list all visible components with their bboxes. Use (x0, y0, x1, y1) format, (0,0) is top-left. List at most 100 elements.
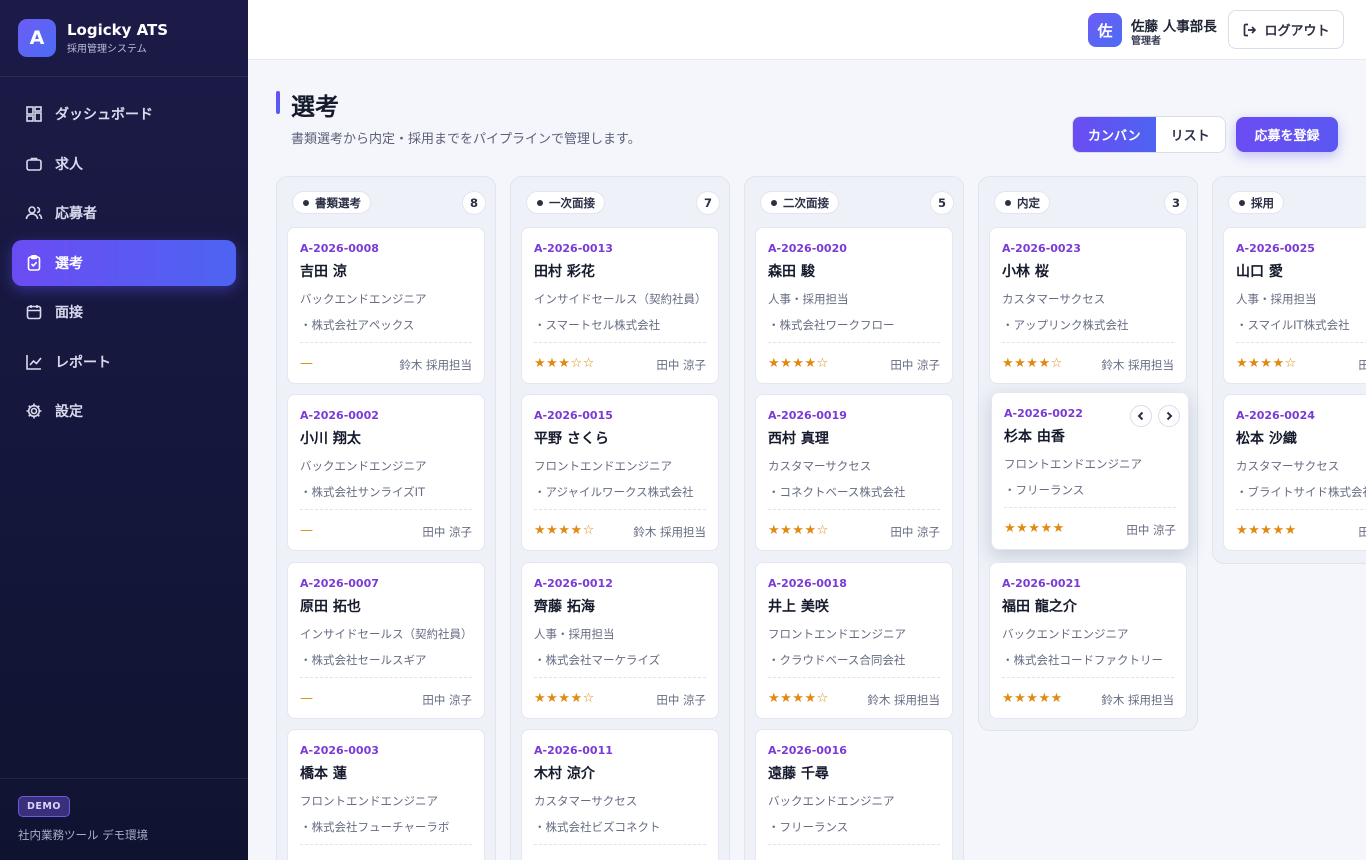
sidebar-footer: DEMO 社内業務ツール デモ環境 (0, 778, 248, 860)
candidate-company: ・株式会社セールスギア (300, 653, 427, 667)
card-divider (300, 844, 472, 845)
kanban-column: 採用 A-2026-0025 山口 愛人事・採用担当 ・スマイルIT株式会社 ★★★★☆… (1212, 176, 1366, 564)
app-subtitle: 採用管理システム (67, 44, 147, 55)
rating-stars: ★★★☆☆ (534, 356, 595, 371)
candidate-card[interactable]: A-2026-0003 橋本 蓮フロントエンドエンジニア ・株式会社フューチャーラボ (287, 729, 485, 860)
assigned-recruiter: 田中 涼子 (1358, 358, 1366, 372)
candidate-card[interactable]: A-2026-0021 福田 龍之介 バックエンドエンジニア ・株式会社コードファクト… (989, 562, 1187, 719)
candidate-company: ・アジャイルワークス株式会社 (534, 485, 694, 499)
stage-label: 一次面接 (526, 191, 605, 214)
candidate-card[interactable]: A-2026-0018 井上 美咲 フロントエンドエンジニア ・クラウドベース合同会社… (755, 562, 953, 719)
rating-stars: ★★★★☆ (768, 523, 829, 538)
card-divider (1002, 677, 1174, 678)
list-view-button[interactable]: リスト (1156, 117, 1225, 152)
candidate-card[interactable]: A-2026-0002 小川 翔太 バックエンドエンジニア ・株式会社サンライズIT —… (287, 394, 485, 551)
chevron-right-icon (1166, 411, 1173, 421)
candidate-role: フロントエンドエンジニア (1004, 457, 1142, 471)
move-left-button[interactable] (1130, 405, 1152, 427)
candidate-name: 福田 龍之介 (1002, 599, 1077, 615)
avatar[interactable]: 佐 (1088, 13, 1122, 47)
chart-line-icon (25, 353, 43, 371)
candidate-role: カスタマーサクセス (534, 794, 638, 808)
logout-button[interactable]: ログアウト (1228, 10, 1344, 49)
candidate-id: A-2026-0013 (534, 242, 613, 255)
column-header: 採用 (1213, 177, 1366, 227)
sidebar-item-label: 設定 (55, 404, 83, 420)
sidebar-item-applicants[interactable]: 応募者 (12, 190, 236, 236)
sidebar-item-settings[interactable]: 設定 (12, 388, 236, 434)
sidebar-item-jobs[interactable]: 求人 (12, 141, 236, 187)
view-toggle: カンバン リスト (1072, 116, 1226, 153)
candidate-name: 齊藤 拓海 (534, 599, 595, 615)
sidebar-item-dashboard[interactable]: ダッシュボード (12, 91, 236, 137)
stage-dot (771, 199, 777, 206)
sidebar-item-interviews[interactable]: 面接 (12, 289, 236, 335)
candidate-card[interactable]: A-2026-0025 山口 愛人事・採用担当・スマイルIT株式会社 ★★★★☆ 田中… (1223, 227, 1366, 384)
stage-dot (1005, 199, 1011, 206)
candidate-card[interactable]: A-2026-0019 西村 真理 カスタマーサクセス ・コネクトベース株式会社 ★★★… (755, 394, 953, 551)
candidate-card[interactable]: A-2026-0007 原田 拓也 インサイドセールス（契約社員） ・株式会社セールス… (287, 562, 485, 719)
candidate-role: カスタマーサクセス (1002, 292, 1106, 306)
sidebar-item-label: 応募者 (55, 206, 97, 222)
move-stage-controls (1124, 405, 1180, 427)
candidate-card[interactable]: A-2026-0013 田村 彩花 インサイドセールス（契約社員） ・スマートセル株式… (521, 227, 719, 384)
candidate-company: ・クラウドベース合同会社 (768, 653, 906, 667)
sidebar-item-label: 求人 (55, 156, 83, 173)
stage-count: 8 (462, 191, 486, 215)
page-description: 書類選考から内定・採用までをパイプラインで管理します。 (291, 132, 641, 147)
sidebar-item-label: 面接 (55, 305, 83, 321)
demo-badge: DEMO (18, 796, 70, 817)
candidate-card[interactable]: A-2026-0011 木村 涼介 カスタマーサクセス ・株式会社ビズコネクト (521, 729, 719, 860)
stage-name: 書類選考 (315, 195, 361, 210)
candidate-card[interactable]: A-2026-0012 齊藤 拓海 人事・採用担当 ・株式会社マーケライズ ★★★★☆ 田… (521, 562, 719, 719)
candidate-company: ・株式会社コードファクトリー (1002, 653, 1163, 667)
candidate-card[interactable]: A-2026-0024 松本 沙織 カスタマーサクセス ・ブライトサイド株式会社 ★★★… (1223, 394, 1366, 551)
kanban-column: 書類選考 8 A-2026-0008 吉田 涼バックエンドエンジニア ・株式会社アペック… (276, 176, 496, 860)
candidate-role: インサイドセールス（契約社員） (300, 627, 472, 641)
candidate-role: フロントエンドエンジニア (300, 794, 438, 808)
rating-stars: ★★★★☆ (1002, 356, 1063, 371)
clipboard-icon (25, 254, 43, 272)
candidate-card[interactable]: A-2026-0020 森田 駿人事・採用担当 ・株式会社ワークフロー ★★★★☆ 田中… (755, 227, 953, 384)
candidate-card[interactable]: A-2026-0008 吉田 涼バックエンドエンジニア ・株式会社アペックス — 鈴木 … (287, 227, 485, 384)
user-role: 管理者 (1131, 36, 1161, 47)
candidate-card[interactable]: A-2026-0022 杉本 由香 フロントエンドエンジニア ・フリーランス ★★★★★… (991, 392, 1189, 550)
rating-stars: — (300, 356, 314, 371)
candidate-role: バックエンドエンジニア (768, 794, 895, 808)
stage-name: 二次面接 (783, 195, 829, 210)
candidate-role: インサイドセールス（契約社員） (534, 292, 706, 306)
rating-stars: ★★★★☆ (768, 356, 829, 371)
sidebar-item-selection[interactable]: 選考 (12, 239, 236, 286)
card-divider (1236, 342, 1366, 343)
candidate-role: 人事・採用担当 (1236, 292, 1317, 306)
candidate-id: A-2026-0016 (768, 744, 847, 757)
brand[interactable]: A Logicky ATS 採用管理システム (0, 0, 248, 77)
stage-name: 内定 (1017, 195, 1040, 210)
candidate-name: 井上 美咲 (768, 599, 829, 615)
candidate-company: ・株式会社フューチャーラボ (300, 820, 450, 834)
card-divider (1002, 342, 1174, 343)
card-divider (768, 677, 940, 678)
candidate-name: 木村 涼介 (534, 766, 595, 782)
assigned-recruiter: 田中 涼子 (656, 693, 706, 707)
stage-label: 採用 (1228, 191, 1284, 214)
sidebar-item-reports[interactable]: レポート (12, 339, 236, 385)
candidate-role: バックエンドエンジニア (300, 459, 427, 473)
candidate-card[interactable]: A-2026-0023 小林 桜カスタマーサクセス ・アップリンク株式会社 ★★★★☆… (989, 227, 1187, 384)
candidate-id: A-2026-0018 (768, 577, 847, 590)
candidate-card[interactable]: A-2026-0015 平野 さくら フロントエンドエンジニア ・アジャイルワークス株… (521, 394, 719, 551)
candidate-id: A-2026-0008 (300, 242, 379, 255)
register-application-button[interactable]: 応募を登録 (1236, 117, 1338, 152)
candidate-id: A-2026-0024 (1236, 409, 1315, 422)
column-header: 一次面接 7 (511, 177, 729, 227)
candidate-role: 人事・採用担当 (768, 292, 849, 306)
candidate-company: ・株式会社アペックス (300, 318, 415, 332)
candidate-card[interactable]: A-2026-0016 遠藤 千尋 バックエンドエンジニア ・フリーランス (755, 729, 953, 860)
move-right-button[interactable] (1158, 405, 1180, 427)
rating-stars: ★★★★☆ (768, 691, 829, 706)
candidate-company: ・フリーランス (768, 820, 849, 834)
kanban-view-button[interactable]: カンバン (1073, 117, 1156, 152)
candidate-role: バックエンドエンジニア (1002, 627, 1129, 641)
assigned-recruiter: 鈴木 採用担当 (633, 525, 706, 539)
candidate-name: 小川 翔太 (300, 431, 361, 447)
